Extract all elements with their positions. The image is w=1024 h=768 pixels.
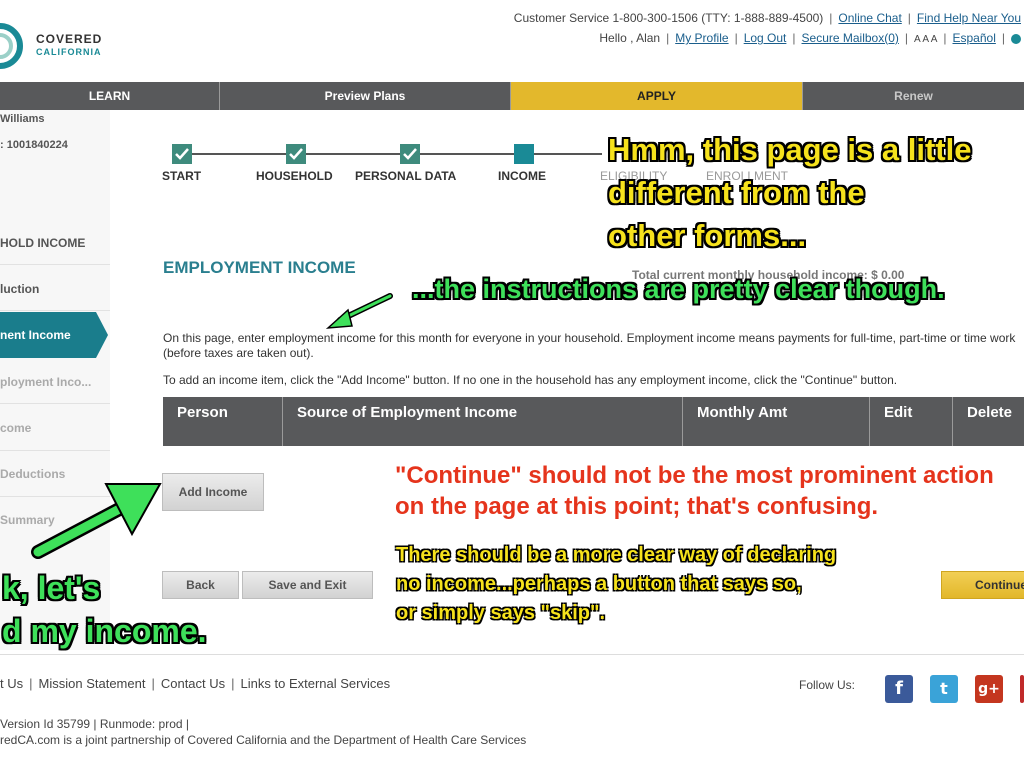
footer-version: Version Id 35799 | Runmode: prod | xyxy=(0,717,190,731)
sidebar-item-deduction[interactable]: luction xyxy=(0,282,110,296)
sidebar-divider xyxy=(0,310,110,311)
globe-icon[interactable] xyxy=(1011,33,1021,44)
annotation-hmm-line2: different from the xyxy=(608,175,865,210)
nav-tab-learn[interactable]: LEARN xyxy=(0,82,220,110)
nav-tab-renew[interactable]: Renew xyxy=(803,82,1024,110)
back-button[interactable]: Back xyxy=(162,571,239,599)
step-household-check xyxy=(286,144,306,164)
footer-copyright: redCA.com is a joint partnership of Cove… xyxy=(0,733,527,747)
text-size-control[interactable]: A A A xyxy=(914,34,937,45)
annotation-hmm-line3: other forms... xyxy=(608,218,807,253)
sidebar-item-household-income[interactable]: HOLD INCOME xyxy=(0,236,110,250)
step-income-current xyxy=(514,144,534,164)
annotation-instructions-clear: ...the instructions are pretty clear tho… xyxy=(412,274,945,304)
step-start-check xyxy=(172,144,192,164)
follow-us-label: Follow Us: xyxy=(799,678,856,692)
continue-button[interactable]: Continue xyxy=(941,571,1024,599)
column-source: Source of Employment Income xyxy=(283,397,683,446)
annotation-arrow-icon xyxy=(325,293,393,329)
sidebar-item-other-income[interactable]: come xyxy=(0,421,110,435)
google-plus-icon[interactable]: g+ xyxy=(975,675,1003,703)
sidebar-divider xyxy=(0,450,110,451)
main-nav: LEARN Preview Plans APPLY Renew xyxy=(0,82,1024,110)
column-edit: Edit xyxy=(870,397,953,446)
find-help-link[interactable]: Find Help Near You xyxy=(917,11,1021,25)
footer-link-about-us[interactable]: t Us xyxy=(0,676,23,691)
save-and-exit-button[interactable]: Save and Exit xyxy=(242,571,373,599)
step-label-personal-data: PERSONAL DATA xyxy=(355,169,457,183)
facebook-icon[interactable]: f xyxy=(885,675,913,703)
annotation-no-income-line3: or simply says "skip". xyxy=(396,602,606,624)
checkmark-icon xyxy=(289,148,303,160)
sidebar-item-employment-income[interactable]: nent Income xyxy=(0,328,110,342)
youtube-icon[interactable] xyxy=(1020,675,1024,703)
footer-link-contact-us[interactable]: Contact Us xyxy=(161,676,225,691)
footer-links: t Us | Mission Statement | Contact Us | Links … xyxy=(0,676,391,691)
page-title: EMPLOYMENT INCOME xyxy=(163,258,356,277)
step-label-start: START xyxy=(162,169,202,183)
covered-california-logo[interactable]: COVERED CALIFORNIA xyxy=(0,6,110,72)
sidebar-divider xyxy=(0,403,110,404)
annotation-continue-prominence-line1: "Continue" should not be the most promin… xyxy=(395,462,994,489)
sidebar-case-id: : 1001840224 xyxy=(0,139,68,151)
annotation-hmm-line1: Hmm, this page is a little xyxy=(608,132,972,167)
logo-text-covered: COVERED xyxy=(36,32,103,46)
column-person: Person xyxy=(163,397,283,446)
header-utility-links: Customer Service 1-800-300-1506 (TTY: 1-… xyxy=(513,11,1021,25)
income-table-header: Person Source of Employment Income Month… xyxy=(163,397,1024,446)
footer-link-mission-statement[interactable]: Mission Statement xyxy=(39,676,146,691)
step-personal-data-check xyxy=(400,144,420,164)
sidebar-divider xyxy=(0,264,110,265)
add-income-instructions: To add an income item, click the "Add In… xyxy=(163,373,898,387)
column-monthly-amount: Monthly Amt xyxy=(683,397,870,446)
greeting: Hello , Alan xyxy=(599,31,661,45)
online-chat-link[interactable]: Online Chat xyxy=(838,11,901,25)
instructions-paragraph: On this page, enter employment income fo… xyxy=(163,331,1016,360)
annotation-no-income-line1: There should be a more clear way of decl… xyxy=(396,544,837,566)
annotation-add-income-line2: d my income. xyxy=(2,613,207,649)
footer-divider xyxy=(0,654,1024,655)
progress-line xyxy=(182,153,602,155)
annotation-no-income-line2: no income...perhaps a button that says s… xyxy=(396,573,802,595)
log-out-link[interactable]: Log Out xyxy=(744,31,787,45)
sidebar-item-self-employment-income[interactable]: ployment Inco... xyxy=(0,375,110,389)
nav-tab-apply[interactable]: APPLY xyxy=(511,82,803,110)
step-label-income: INCOME xyxy=(498,169,546,183)
my-profile-link[interactable]: My Profile xyxy=(675,31,728,45)
nav-tab-preview-plans[interactable]: Preview Plans xyxy=(220,82,511,110)
step-label-household: HOUSEHOLD xyxy=(256,169,333,183)
customer-service-phone: Customer Service 1-800-300-1506 (TTY: 1-… xyxy=(513,11,824,25)
checkmark-icon xyxy=(175,148,189,160)
column-delete: Delete xyxy=(967,404,1013,421)
annotation-continue-prominence-line2: on the page at this point; that's confus… xyxy=(395,493,879,520)
sidebar-user-name: Williams xyxy=(0,113,45,125)
logo-text-california: CALIFORNIA xyxy=(36,47,102,57)
footer-link-external-services[interactable]: Links to External Services xyxy=(241,676,391,691)
header-account-links: Hello , Alan | My Profile | Log Out | Secure M… xyxy=(599,31,1021,45)
secure-mailbox-link[interactable]: Secure Mailbox(0) xyxy=(802,31,899,45)
twitter-icon[interactable]: t xyxy=(930,675,958,703)
annotation-arrow-icon xyxy=(31,483,162,559)
annotation-add-income-line1: k, let's xyxy=(2,570,101,606)
add-income-button[interactable]: Add Income xyxy=(162,473,264,511)
checkmark-icon xyxy=(403,148,417,160)
espanol-link[interactable]: Español xyxy=(953,31,996,45)
